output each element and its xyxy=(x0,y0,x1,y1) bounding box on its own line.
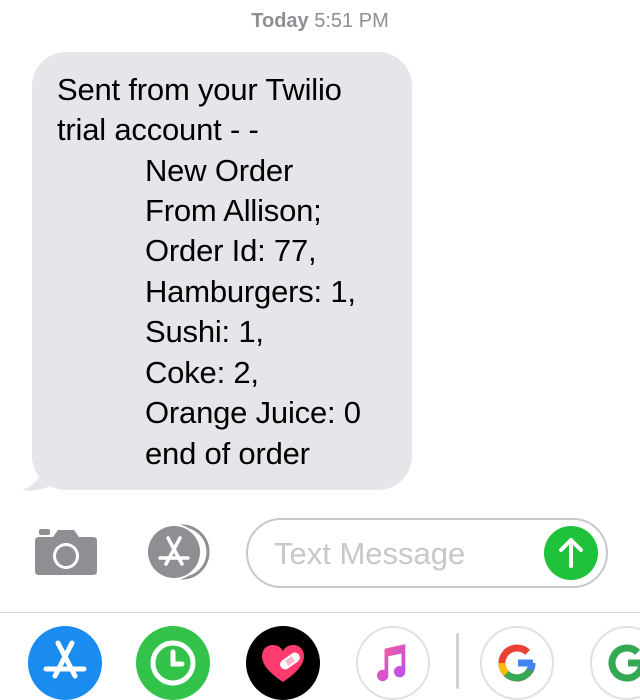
message-line: Hamburgers: 1, xyxy=(145,274,356,309)
message-line: Orange Juice: 0 xyxy=(145,395,361,430)
music-icon[interactable] xyxy=(356,626,430,700)
message-line: Sushi: 1, xyxy=(145,314,264,349)
camera-icon[interactable] xyxy=(33,527,99,577)
message-input-placeholder: Text Message xyxy=(274,536,466,571)
digital-touch-icon[interactable] xyxy=(246,626,320,700)
heart-bandage-icon xyxy=(262,645,304,682)
message-line: Sent from your Twilio xyxy=(57,72,342,107)
music-note-icon xyxy=(376,644,406,682)
app-tray-separator xyxy=(456,633,459,689)
message-line: Coke: 2, xyxy=(145,355,259,390)
app-store-button-icon[interactable] xyxy=(140,524,212,580)
activity-clock-icon[interactable] xyxy=(136,626,210,700)
message-line: end of order xyxy=(145,436,310,471)
message-line: Order Id: 77, xyxy=(145,233,317,268)
message-line: From Allison; xyxy=(145,193,322,228)
app-store-glyph-icon xyxy=(43,640,87,679)
app-store-icon[interactable] xyxy=(28,626,102,700)
google-icon-partial[interactable] xyxy=(590,626,640,700)
green-g-icon xyxy=(608,644,640,682)
google-g-icon xyxy=(498,644,536,682)
message-timestamp: Today 5:51 PM xyxy=(0,10,640,33)
arrow-up-icon xyxy=(559,538,583,568)
send-button[interactable] xyxy=(544,526,598,580)
clock-icon xyxy=(150,640,196,686)
timestamp-day: Today xyxy=(251,10,309,32)
message-line: trial account - - xyxy=(57,112,259,147)
message-line: New Order xyxy=(145,153,294,188)
app-tray-divider xyxy=(0,612,640,613)
google-icon[interactable] xyxy=(480,626,554,700)
timestamp-time: 5:51 PM xyxy=(314,10,389,32)
